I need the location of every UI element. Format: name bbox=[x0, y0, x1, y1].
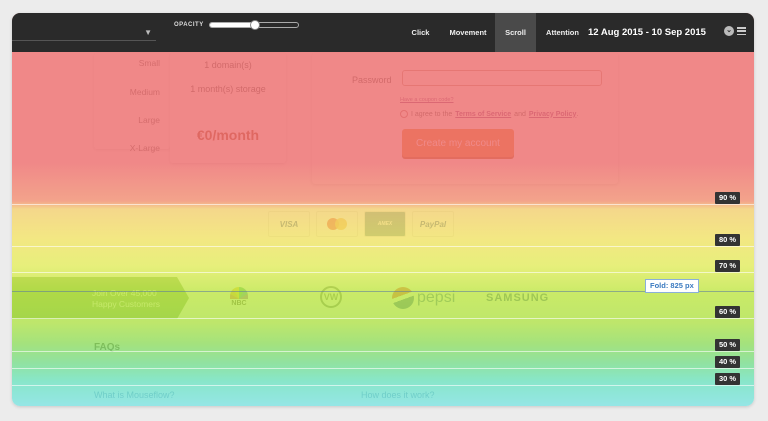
heat-line-40 bbox=[12, 368, 754, 369]
agree-suffix: . bbox=[576, 110, 579, 118]
create-account-button[interactable]: Create my account bbox=[402, 129, 514, 157]
size-option-medium[interactable]: Medium bbox=[130, 87, 160, 97]
heat-line-50 bbox=[12, 351, 754, 352]
tab-attention[interactable]: Attention bbox=[536, 13, 589, 52]
agree-and: and bbox=[514, 110, 526, 118]
tab-click[interactable]: Click bbox=[400, 13, 441, 52]
toolbar-icons: ⌄ bbox=[724, 26, 746, 36]
size-options-card: Small Medium Large X-Large bbox=[94, 53, 170, 153]
heatmap-tabs: Click Movement Scroll Attention bbox=[400, 13, 589, 52]
join-line-2: Happy Customers bbox=[92, 299, 161, 309]
collapse-chevron-icon[interactable]: ⌄ bbox=[724, 26, 734, 36]
payment-methods: VISA AMEX PayPal bbox=[268, 211, 454, 237]
scroll-marker-80: 80 % bbox=[715, 234, 741, 246]
app-frame: Small Medium Large X-Large 1 domain(s) 1… bbox=[12, 13, 754, 406]
heat-line-30 bbox=[12, 385, 754, 386]
date-range-picker[interactable]: 12 Aug 2015 - 10 Sep 2015 bbox=[588, 13, 706, 52]
password-label: Password bbox=[352, 75, 392, 85]
agree-row: I agree to the Terms of Service and Priv… bbox=[400, 110, 578, 118]
recorded-page: Small Medium Large X-Large 1 domain(s) 1… bbox=[12, 13, 754, 406]
heat-line-60 bbox=[12, 318, 754, 319]
privacy-link[interactable]: Privacy Policy bbox=[529, 111, 576, 118]
faq-question-2[interactable]: How does it work? bbox=[361, 390, 435, 400]
tab-scroll[interactable]: Scroll bbox=[495, 13, 536, 52]
agree-prefix: I agree to the bbox=[411, 110, 453, 118]
scroll-marker-50: 50 % bbox=[715, 339, 741, 351]
peacock-icon bbox=[230, 287, 248, 299]
plan-price: €0/month bbox=[196, 127, 260, 143]
scroll-marker-60: 60 % bbox=[715, 306, 741, 318]
visa-logo: VISA bbox=[268, 211, 310, 237]
plan-domains: 1 domain(s) bbox=[204, 60, 252, 70]
opacity-slider-fill bbox=[210, 23, 254, 27]
size-option-large[interactable]: Large bbox=[138, 115, 160, 125]
fold-badge: Fold: 825 px bbox=[645, 279, 699, 293]
heatmap-toolbar: ▼ OPACITY Click Movement Scroll Attentio… bbox=[12, 13, 754, 52]
scroll-marker-30: 30 % bbox=[715, 373, 741, 385]
page-select-dropdown[interactable]: ▼ bbox=[12, 24, 156, 41]
plan-card: 1 domain(s) 1 month(s) storage €0/month bbox=[170, 53, 286, 163]
password-input[interactable] bbox=[402, 70, 602, 86]
size-option-xlarge[interactable]: X-Large bbox=[130, 143, 160, 153]
scroll-marker-70: 70 % bbox=[715, 260, 741, 272]
scroll-marker-90: 90 % bbox=[715, 192, 741, 204]
heat-line-90 bbox=[12, 204, 754, 205]
nbc-label: NBC bbox=[231, 300, 247, 307]
paypal-logo: PayPal bbox=[412, 211, 454, 237]
plan-storage: 1 month(s) storage bbox=[190, 84, 266, 94]
samsung-logo: SAMSUNG bbox=[486, 292, 550, 304]
amex-logo: AMEX bbox=[364, 211, 406, 237]
opacity-slider[interactable] bbox=[209, 20, 299, 30]
signup-form: Password Have a coupon code? I agree to … bbox=[312, 53, 618, 184]
scroll-marker-40: 40 % bbox=[715, 356, 741, 368]
mastercard-logo bbox=[316, 211, 358, 237]
faq-question-1[interactable]: What is Mouseflow? bbox=[94, 390, 175, 400]
coupon-link[interactable]: Have a coupon code? bbox=[400, 97, 454, 103]
chevron-down-icon: ▼ bbox=[144, 28, 152, 37]
heat-line-70 bbox=[12, 272, 754, 273]
join-line-1: Join Over 45,000 bbox=[92, 288, 157, 298]
size-option-small[interactable]: Small bbox=[139, 58, 160, 68]
hamburger-menu-icon[interactable] bbox=[737, 27, 746, 35]
mastercard-icon bbox=[327, 218, 347, 230]
tab-movement[interactable]: Movement bbox=[441, 13, 495, 52]
terms-link[interactable]: Terms of Service bbox=[455, 111, 511, 118]
agree-checkbox[interactable] bbox=[400, 110, 408, 118]
heat-line-80 bbox=[12, 246, 754, 247]
nbc-logo: NBC bbox=[224, 287, 254, 307]
vw-logo: VW bbox=[320, 286, 342, 308]
fold-line bbox=[12, 291, 754, 292]
opacity-slider-knob[interactable] bbox=[250, 20, 260, 30]
opacity-label: OPACITY bbox=[174, 22, 204, 28]
